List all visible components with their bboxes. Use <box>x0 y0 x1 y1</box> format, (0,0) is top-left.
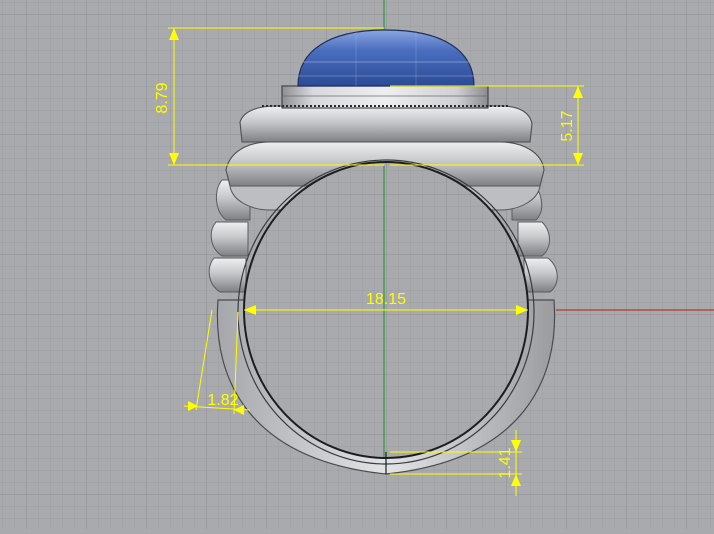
dimension-label-stone-height: 8.79 <box>154 82 171 113</box>
top-band <box>239 105 533 143</box>
cad-viewport[interactable]: 8.79 5.17 18.15 1.82 1.41 <box>0 0 714 529</box>
dimension-label-shank-thickness: 1.41 <box>497 447 514 478</box>
viewport-canvas[interactable]: 8.79 5.17 18.15 1.82 1.41 <box>0 0 714 529</box>
dimension-label-shoulder-thickness: 1.82 <box>207 392 238 409</box>
bezel <box>281 85 489 109</box>
dimension-label-bezel-height: 5.17 <box>559 110 576 141</box>
dimension-label-inner-diameter: 18.15 <box>366 291 406 308</box>
